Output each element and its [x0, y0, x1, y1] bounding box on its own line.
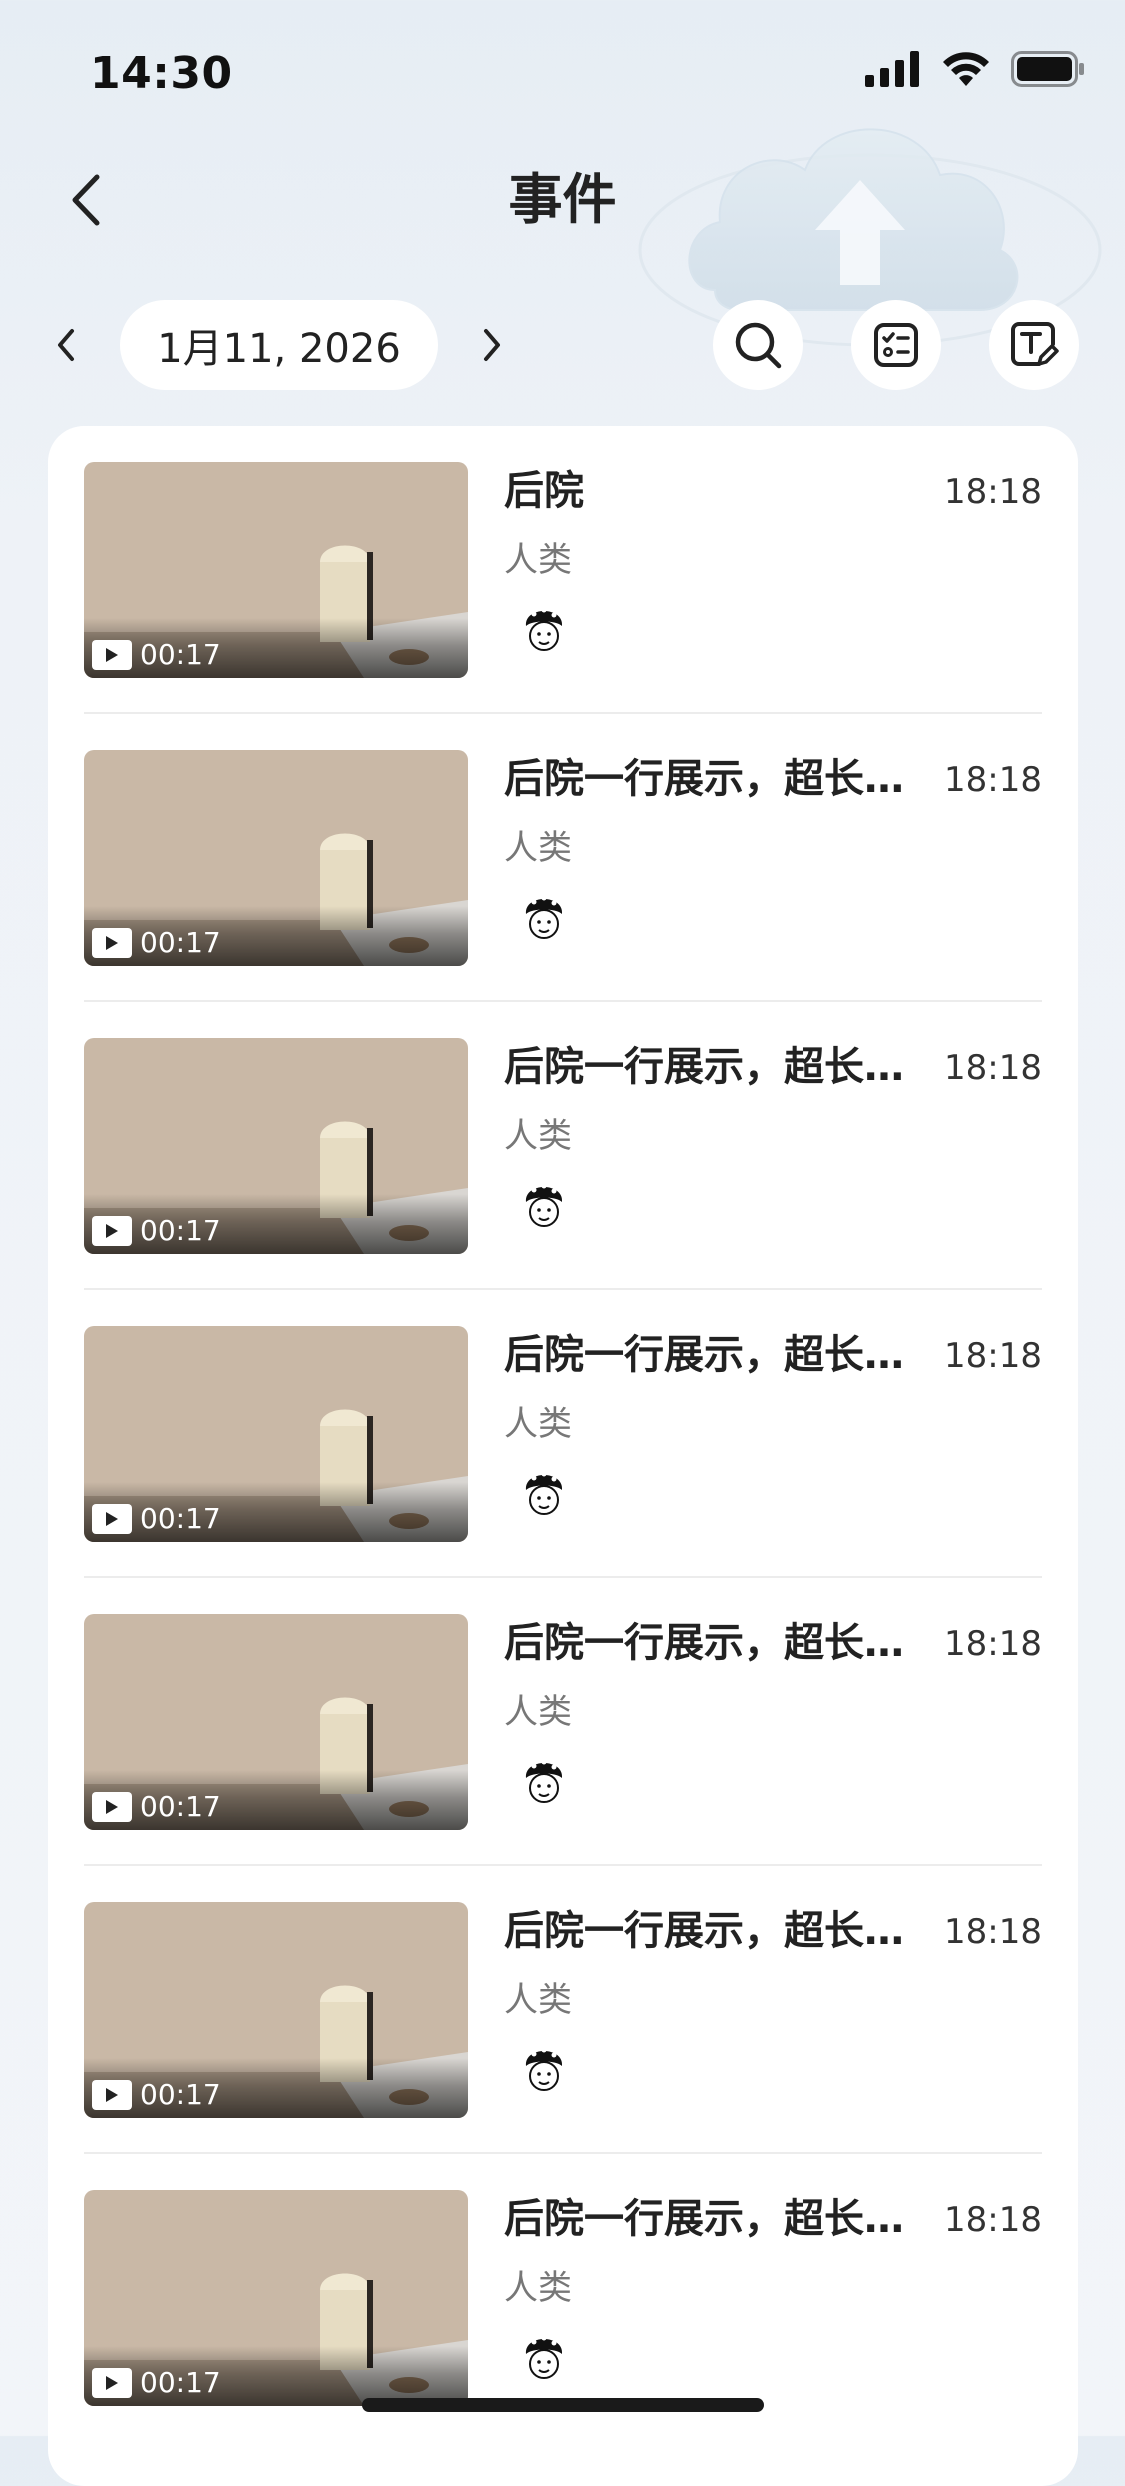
play-icon	[92, 1504, 132, 1534]
event-tag: 人类	[504, 1404, 572, 1444]
event-list: 00:17 后院 18:18 人类 00:17 后院一行展示，超长… 18:18…	[48, 426, 1078, 2486]
play-icon	[92, 1792, 132, 1822]
duration-text: 00:17	[140, 2366, 221, 2399]
person-avatar-icon	[525, 1759, 563, 1803]
event-title: 后院一行展示，超长…	[504, 1908, 904, 1954]
video-thumbnail[interactable]: 00:17	[84, 1902, 468, 2118]
event-tag: 人类	[504, 1980, 572, 2020]
event-title: 后院一行展示，超长…	[504, 756, 904, 802]
wifi-icon	[943, 52, 989, 86]
edit-text-icon	[1011, 322, 1059, 366]
duration-text: 00:17	[140, 1214, 221, 1247]
video-thumbnail[interactable]: 00:17	[84, 750, 468, 966]
video-thumbnail[interactable]: 00:17	[84, 462, 468, 678]
video-duration: 00:17	[92, 1214, 221, 1248]
current-date: 1月11, 2026	[157, 326, 401, 372]
event-time: 18:18	[944, 760, 1042, 800]
filter-button[interactable]	[851, 300, 941, 390]
play-icon	[92, 640, 132, 670]
chevron-right-icon	[484, 329, 500, 361]
next-date-button[interactable]	[470, 315, 514, 375]
event-item[interactable]: 00:17 后院一行展示，超长… 18:18 人类	[84, 714, 1042, 1002]
event-item[interactable]: 00:17 后院一行展示，超长… 18:18 人类	[84, 1002, 1042, 1290]
status-time: 14:30	[90, 48, 233, 99]
home-indicator[interactable]	[362, 2398, 764, 2412]
video-thumbnail[interactable]: 00:17	[84, 1326, 468, 1542]
person-avatar-icon	[525, 2335, 563, 2379]
date-selector[interactable]: 1月11, 2026	[120, 300, 438, 390]
duration-text: 00:17	[140, 2078, 221, 2111]
play-icon	[92, 1216, 132, 1246]
event-item[interactable]: 00:17 后院一行展示，超长… 18:18 人类	[84, 1290, 1042, 1578]
event-title: 后院一行展示，超长…	[504, 1044, 904, 1090]
event-time: 18:18	[944, 1336, 1042, 1376]
play-icon	[92, 928, 132, 958]
video-duration: 00:17	[92, 1502, 221, 1536]
play-icon	[92, 2368, 132, 2398]
event-time: 18:18	[944, 472, 1042, 512]
video-duration: 00:17	[92, 1790, 221, 1824]
event-item[interactable]: 00:17 后院一行展示，超长… 18:18 人类	[84, 1866, 1042, 2154]
video-duration: 00:17	[92, 926, 221, 960]
play-icon	[92, 2080, 132, 2110]
search-icon	[735, 322, 782, 369]
video-duration: 00:17	[92, 2366, 221, 2400]
event-tag: 人类	[504, 1692, 572, 1732]
event-title: 后院一行展示，超长…	[504, 1332, 904, 1378]
event-tag: 人类	[504, 2268, 572, 2308]
search-button[interactable]	[713, 300, 803, 390]
person-avatar-icon	[525, 607, 563, 651]
video-duration: 00:17	[92, 638, 221, 672]
duration-text: 00:17	[140, 638, 221, 671]
person-avatar-icon	[525, 895, 563, 939]
event-item[interactable]: 00:17 后院一行展示，超长… 18:18 人类	[84, 1578, 1042, 1866]
event-title: 后院	[504, 468, 584, 514]
event-tag: 人类	[504, 540, 572, 580]
status-bar: 14:30	[0, 0, 1125, 140]
status-icons	[865, 50, 1085, 88]
filter-list-icon	[874, 323, 918, 367]
back-button[interactable]	[56, 160, 116, 240]
event-time: 18:18	[944, 1624, 1042, 1664]
person-avatar-icon	[525, 1183, 563, 1227]
person-avatar-icon	[525, 1471, 563, 1515]
person-avatar-icon	[525, 2047, 563, 2091]
video-thumbnail[interactable]: 00:17	[84, 2190, 468, 2406]
video-duration: 00:17	[92, 2078, 221, 2112]
duration-text: 00:17	[140, 1502, 221, 1535]
previous-date-button[interactable]	[44, 315, 88, 375]
event-item[interactable]: 00:17 后院 18:18 人类	[84, 426, 1042, 714]
signal-icon	[865, 51, 919, 87]
chevron-left-icon	[72, 174, 100, 226]
event-time: 18:18	[944, 2200, 1042, 2240]
video-thumbnail[interactable]: 00:17	[84, 1038, 468, 1254]
chevron-left-icon	[58, 329, 74, 361]
event-time: 18:18	[944, 1048, 1042, 1088]
event-time: 18:18	[944, 1912, 1042, 1952]
video-thumbnail[interactable]: 00:17	[84, 1614, 468, 1830]
edit-button[interactable]	[989, 300, 1079, 390]
page-title: 事件	[508, 168, 617, 231]
duration-text: 00:17	[140, 926, 221, 959]
duration-text: 00:17	[140, 1790, 221, 1823]
event-tag: 人类	[504, 828, 572, 868]
event-title: 后院一行展示，超长…	[504, 2196, 904, 2242]
battery-icon	[1011, 51, 1084, 87]
event-tag: 人类	[504, 1116, 572, 1156]
event-title: 后院一行展示，超长…	[504, 1620, 904, 1666]
